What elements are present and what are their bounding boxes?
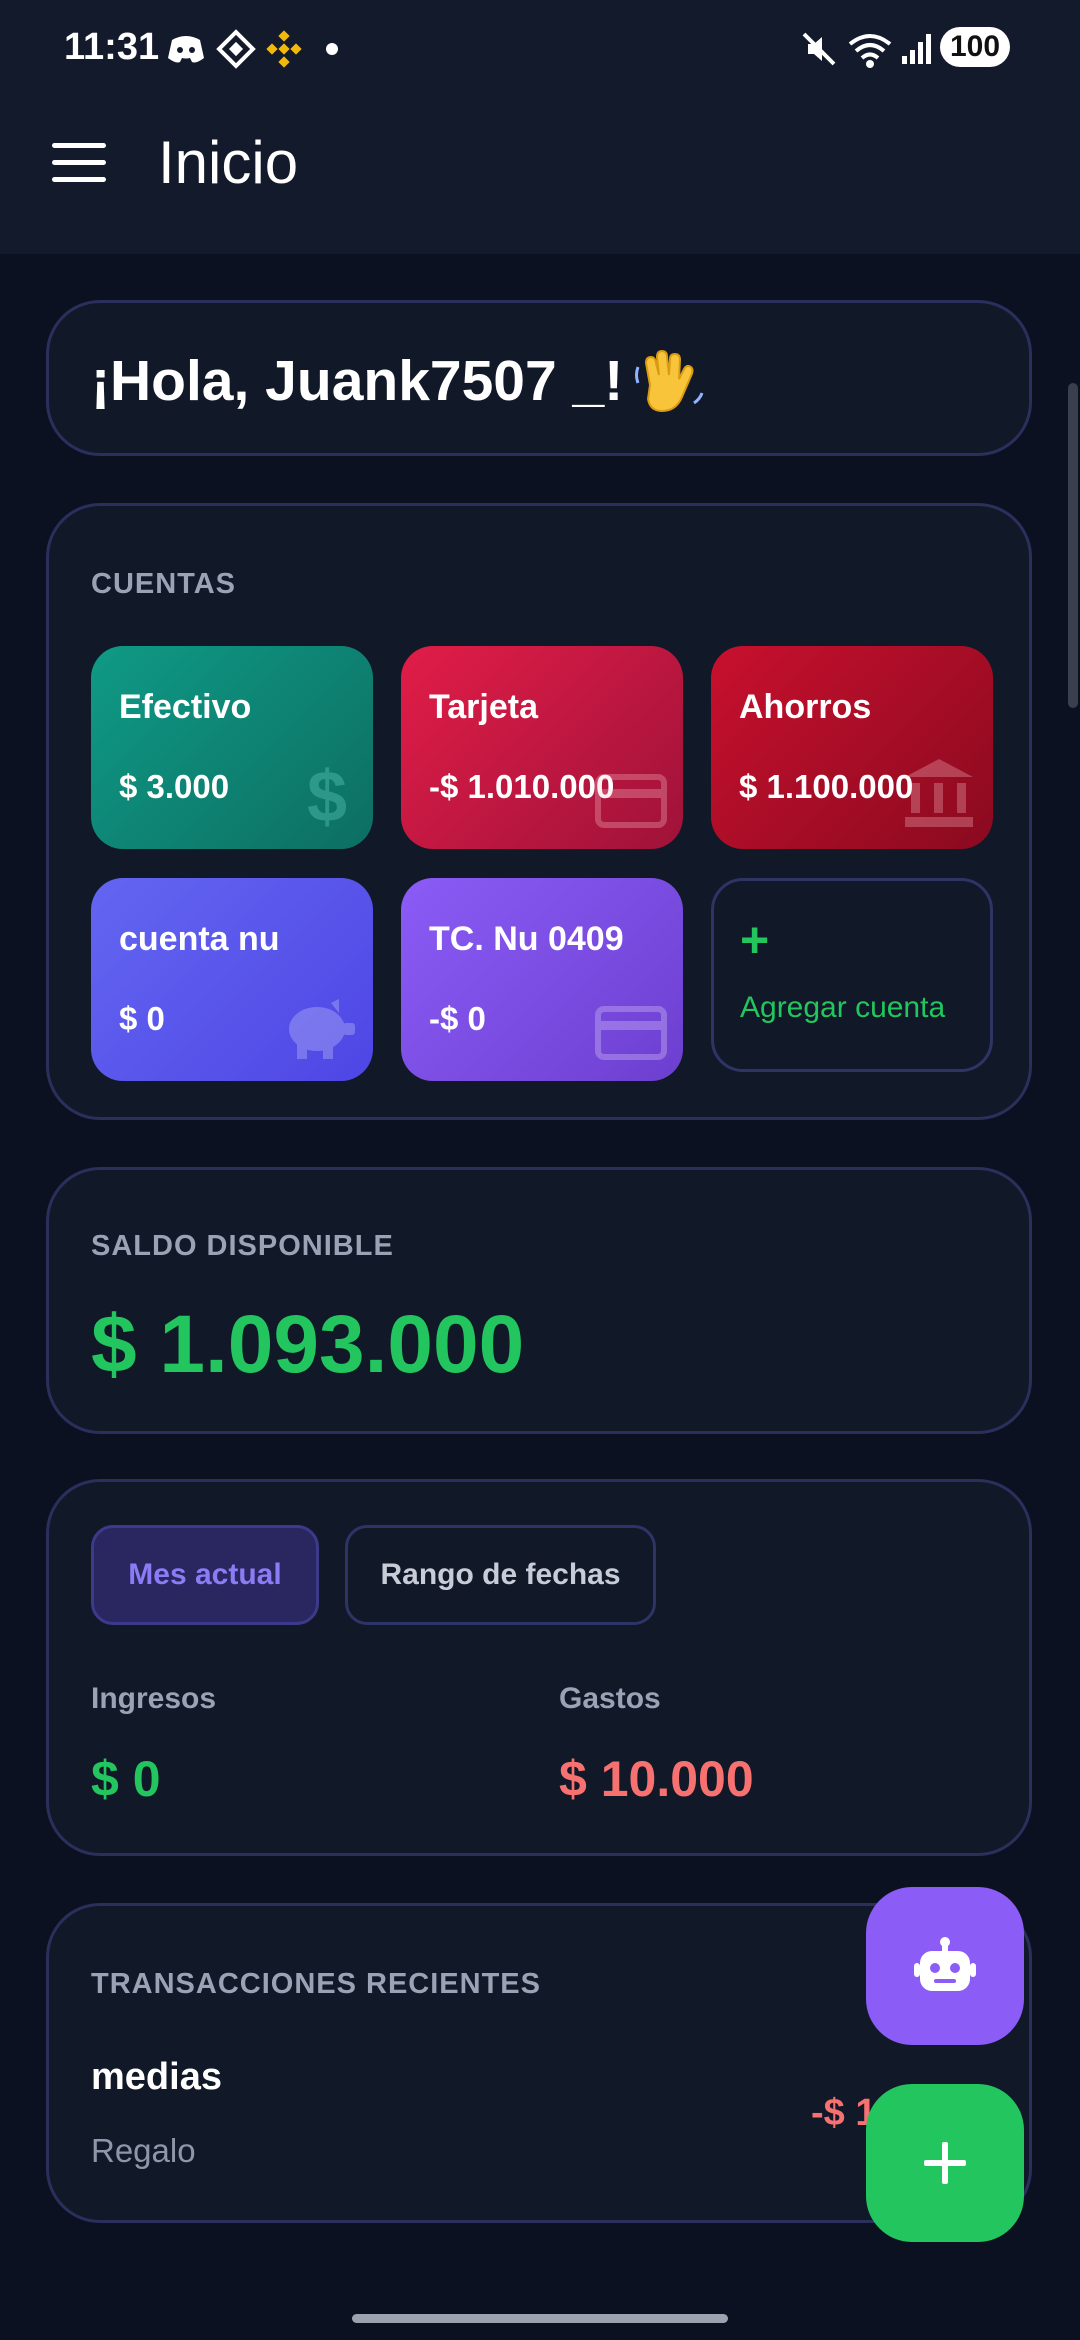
expense-value: $ 10.000	[559, 1751, 754, 1807]
assistant-button[interactable]	[866, 1887, 1024, 2045]
robot-icon	[914, 1937, 976, 1991]
signal-icon	[902, 34, 931, 64]
transaction-category: Regalo	[91, 2132, 196, 2169]
expense-label: Gastos	[559, 1682, 661, 1715]
credit-card-icon	[595, 774, 667, 828]
account-name: Efectivo	[119, 688, 252, 726]
greeting-card: ¡Hola, Juank7507 _!	[46, 300, 1032, 456]
page-title: Inicio	[158, 129, 299, 196]
dollar-icon: $	[307, 759, 347, 831]
account-balance: $ 0	[119, 1000, 165, 1037]
svg-text:$: $	[307, 759, 347, 831]
battery-indicator: 100	[940, 27, 1010, 67]
balance-card: SALDO DISPONIBLE $ 1.093.000	[46, 1167, 1032, 1434]
income-value: $ 0	[91, 1751, 161, 1807]
add-account-button[interactable]: + Agregar cuenta	[711, 878, 993, 1072]
account-card-ahorros[interactable]: Ahorros $ 1.100.000	[711, 646, 993, 849]
app-bar: Inicio	[0, 98, 1080, 254]
accounts-section: CUENTAS Efectivo $ 3.000 $ Tarjeta -$ 1.…	[46, 503, 1032, 1120]
wifi-icon	[848, 34, 892, 68]
account-card-cuenta-nu[interactable]: cuenta nu $ 0	[91, 878, 373, 1081]
discord-icon	[168, 36, 204, 63]
period-summary-card: Mes actual Rango de fechas Ingresos $ 0 …	[46, 1479, 1032, 1856]
status-bar: 11:31 100	[0, 0, 1080, 98]
tab-rango-de-fechas[interactable]: Rango de fechas	[345, 1525, 656, 1625]
account-balance: $ 1.100.000	[739, 768, 914, 805]
status-time: 11:31	[64, 26, 160, 68]
plus-icon	[924, 2142, 966, 2184]
credit-card-icon	[595, 1006, 667, 1060]
binance-icon	[266, 30, 302, 68]
balance-label: SALDO DISPONIBLE	[91, 1230, 394, 1262]
balance-amount: $ 1.093.000	[91, 1299, 525, 1390]
account-balance: -$ 1.010.000	[429, 768, 615, 805]
plus-icon: +	[740, 912, 770, 968]
transaction-title: medias	[91, 2056, 222, 2098]
hamburger-menu-icon[interactable]	[52, 143, 106, 183]
account-card-efectivo[interactable]: Efectivo $ 3.000 $	[91, 646, 373, 849]
binance-outline-icon	[216, 29, 256, 69]
account-name: cuenta nu	[119, 920, 280, 958]
recent-transactions-label: TRANSACCIONES RECIENTES	[91, 1968, 541, 2000]
account-name: Tarjeta	[429, 688, 538, 726]
income-label: Ingresos	[91, 1682, 217, 1715]
waving-hand-icon	[635, 349, 704, 413]
mute-icon	[802, 32, 836, 66]
accounts-label: CUENTAS	[91, 568, 237, 600]
account-balance: $ 3.000	[119, 768, 230, 805]
account-card-tc-nu[interactable]: TC. Nu 0409 -$ 0	[401, 878, 683, 1081]
account-balance: -$ 0	[429, 1000, 486, 1037]
bank-icon	[905, 759, 973, 827]
account-name: Ahorros	[739, 688, 872, 726]
account-card-tarjeta[interactable]: Tarjeta -$ 1.010.000	[401, 646, 683, 849]
piggy-bank-icon	[289, 999, 355, 1059]
greeting-text: ¡Hola, Juank7507 _!	[91, 349, 624, 413]
home-indicator[interactable]	[352, 2314, 728, 2323]
scrollbar[interactable]	[1068, 383, 1078, 708]
add-transaction-button[interactable]	[866, 2084, 1024, 2242]
add-account-label: Agregar cuenta	[740, 991, 946, 1024]
dot-icon	[326, 43, 338, 55]
account-name: TC. Nu 0409	[429, 920, 624, 958]
tab-mes-actual[interactable]: Mes actual	[91, 1525, 319, 1625]
